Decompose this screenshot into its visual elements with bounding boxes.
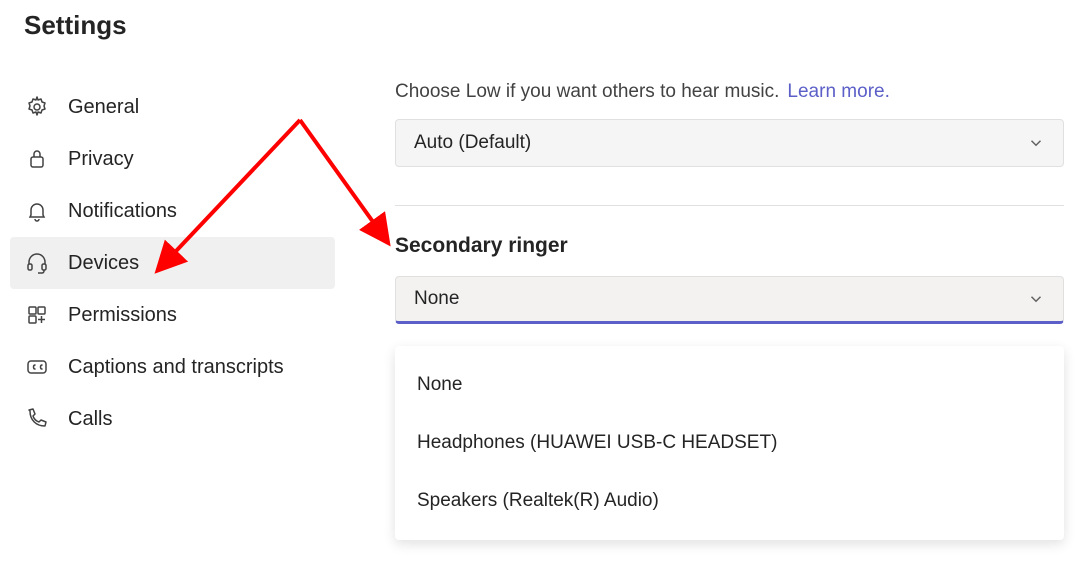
bell-icon: [24, 198, 50, 224]
sidebar-item-permissions[interactable]: Permissions: [10, 289, 335, 341]
sidebar-item-label: General: [68, 96, 139, 119]
sidebar-item-label: Captions and transcripts: [68, 356, 284, 379]
phone-icon: [24, 406, 50, 432]
sidebar-item-calls[interactable]: Calls: [10, 393, 335, 445]
page-title: Settings: [0, 0, 1080, 41]
settings-sidebar: General Privacy Notifications: [0, 81, 335, 540]
headset-icon: [24, 250, 50, 276]
gear-icon: [24, 94, 50, 120]
ringer-option-none[interactable]: None: [395, 356, 1064, 414]
sidebar-item-general[interactable]: General: [10, 81, 335, 133]
captions-icon: [24, 354, 50, 380]
noise-hint-text: Choose Low if you want others to hear mu…: [395, 81, 779, 103]
noise-hint-row: Choose Low if you want others to hear mu…: [395, 81, 1064, 103]
sidebar-item-devices[interactable]: Devices: [10, 237, 335, 289]
sidebar-item-captions[interactable]: Captions and transcripts: [10, 341, 335, 393]
sidebar-item-label: Devices: [68, 252, 139, 275]
sidebar-item-label: Privacy: [68, 148, 134, 171]
sidebar-item-label: Calls: [68, 408, 112, 431]
noise-suppression-dropdown[interactable]: Auto (Default): [395, 119, 1064, 167]
lock-icon: [24, 146, 50, 172]
ringer-option-speakers[interactable]: Speakers (Realtek(R) Audio): [395, 472, 1064, 530]
dropdown-selected-value: Auto (Default): [414, 132, 531, 154]
dropdown-selected-value: None: [414, 288, 459, 310]
ringer-option-headphones[interactable]: Headphones (HUAWEI USB-C HEADSET): [395, 414, 1064, 472]
sidebar-item-notifications[interactable]: Notifications: [10, 185, 335, 237]
sidebar-item-label: Permissions: [68, 304, 177, 327]
chevron-down-icon: [1027, 134, 1045, 152]
learn-more-link[interactable]: Learn more.: [787, 81, 889, 103]
settings-main: Choose Low if you want others to hear mu…: [335, 81, 1080, 540]
sidebar-item-privacy[interactable]: Privacy: [10, 133, 335, 185]
secondary-ringer-option-list: None Headphones (HUAWEI USB-C HEADSET) S…: [395, 346, 1064, 540]
secondary-ringer-heading: Secondary ringer: [395, 234, 1064, 258]
section-divider: [395, 205, 1064, 206]
app-grid-icon: [24, 302, 50, 328]
sidebar-item-label: Notifications: [68, 200, 177, 223]
chevron-down-icon: [1027, 290, 1045, 308]
secondary-ringer-dropdown[interactable]: None: [395, 276, 1064, 324]
